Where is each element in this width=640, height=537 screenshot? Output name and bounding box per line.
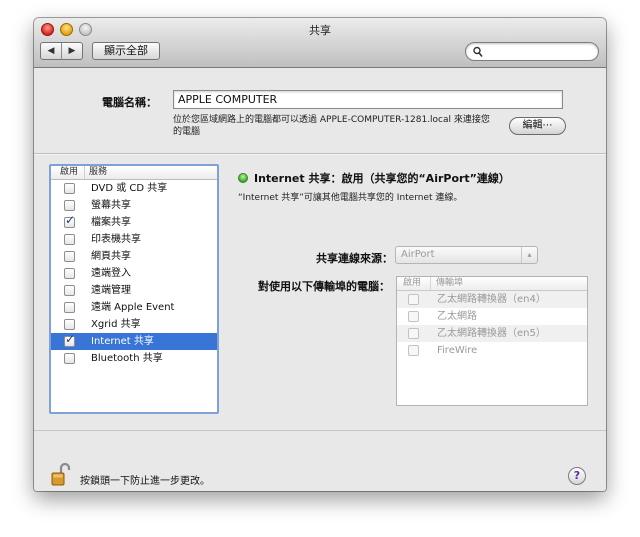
service-label: Bluetooth 共享 xyxy=(91,353,163,364)
service-row[interactable]: Xgrid 共享 xyxy=(51,316,217,333)
search-icon xyxy=(473,46,483,57)
enable-column-header[interactable]: 啟用 xyxy=(51,166,85,179)
port-row[interactable]: FireWire xyxy=(397,342,587,359)
toolbar: 共享 ◀ ▶ 顯示全部 xyxy=(34,18,606,68)
service-label: 遠端 Apple Event xyxy=(91,302,175,313)
service-description: “Internet 共享”可讓其他電腦共享您的 Internet 連線。 xyxy=(238,193,463,203)
service-label: 印表機共享 xyxy=(91,234,141,245)
share-from-label: 共享連線來源： xyxy=(316,252,393,265)
service-row[interactable]: 遠端登入 xyxy=(51,265,217,282)
port-row[interactable]: 乙太網路 xyxy=(397,308,587,325)
back-arrow-icon[interactable]: ◀ xyxy=(41,43,61,59)
service-row[interactable]: 網頁共享 xyxy=(51,248,217,265)
footer-divider xyxy=(34,430,606,431)
service-label: Xgrid 共享 xyxy=(91,319,141,330)
service-label: Internet 共享 xyxy=(91,336,154,347)
service-row[interactable]: DVD 或 CD 共享 xyxy=(51,180,217,197)
port-enable-checkbox[interactable] xyxy=(408,328,419,339)
port-row[interactable]: 乙太網路轉換器（en4） xyxy=(397,291,587,308)
service-enable-checkbox[interactable] xyxy=(64,268,75,279)
service-column-header[interactable]: 服務 xyxy=(85,166,107,179)
ports-table[interactable]: 啟用 傳輸埠 乙太網路轉換器（en4） 乙太網路乙太網路轉換器（en5） FireW… xyxy=(396,276,588,406)
service-row[interactable]: 遠端管理 xyxy=(51,282,217,299)
service-row[interactable]: Internet 共享 xyxy=(51,331,217,350)
port-label: 乙太網路轉換器（en4） xyxy=(437,294,546,305)
service-label: 螢幕共享 xyxy=(91,200,131,211)
status-indicator-icon xyxy=(238,173,248,183)
service-enable-checkbox[interactable] xyxy=(64,319,75,330)
service-enable-checkbox[interactable] xyxy=(64,183,75,194)
ports-rows: 乙太網路轉換器（en4） 乙太網路乙太網路轉換器（en5） FireWire xyxy=(397,291,587,359)
computer-name-field[interactable]: APPLE COMPUTER xyxy=(173,90,563,109)
service-enable-checkbox[interactable] xyxy=(64,200,75,211)
ports-label: 對使用以下傳輸埠的電腦： xyxy=(258,280,390,293)
service-label: DVD 或 CD 共享 xyxy=(91,183,168,194)
sharing-pane: 電腦名稱： APPLE COMPUTER 位於您區域網路上的電腦都可以透過 AP… xyxy=(34,69,606,491)
port-enable-checkbox[interactable] xyxy=(408,345,419,356)
port-enable-checkbox[interactable] xyxy=(408,311,419,322)
service-status-text: Internet 共享：啟用（共享您的“AirPort”連線） xyxy=(254,172,510,185)
port-enable-checkbox[interactable] xyxy=(408,294,419,305)
popup-arrows-icon: ▴ xyxy=(521,247,537,263)
service-enable-checkbox[interactable] xyxy=(64,234,75,245)
forward-arrow-icon[interactable]: ▶ xyxy=(61,43,82,59)
computer-name-description: 位於您區域網路上的電腦都可以透過 APPLE-COMPUTER-1281.loc… xyxy=(173,115,490,137)
share-from-value: AirPort xyxy=(401,249,435,260)
service-enable-checkbox[interactable] xyxy=(64,251,75,262)
port-label: 乙太網路 xyxy=(437,311,477,322)
window-title: 共享 xyxy=(309,24,331,37)
lock-message: 按鎖頭一下防止進一步更改。 xyxy=(80,476,210,487)
port-row[interactable]: 乙太網路轉換器（en5） xyxy=(397,325,587,342)
services-list-header: 啟用 服務 xyxy=(51,166,217,180)
service-label: 檔案共享 xyxy=(91,217,131,228)
service-row[interactable]: 螢幕共享 xyxy=(51,197,217,214)
service-enable-checkbox[interactable] xyxy=(64,285,75,296)
service-row[interactable]: 印表機共享 xyxy=(51,231,217,248)
service-enable-checkbox[interactable] xyxy=(64,353,75,364)
show-all-button[interactable]: 顯示全部 xyxy=(92,42,160,60)
services-list[interactable]: 啟用 服務 DVD 或 CD 共享螢幕共享檔案共享印表機共享網頁共享遠端登入遠端… xyxy=(49,164,219,414)
edit-name-button[interactable]: 編輯⋯ xyxy=(509,117,566,135)
share-from-popup[interactable]: AirPort ▴ xyxy=(395,246,538,264)
unlocked-padlock-icon[interactable] xyxy=(51,462,71,486)
service-label: 遠端管理 xyxy=(91,285,131,296)
services-rows: DVD 或 CD 共享螢幕共享檔案共享印表機共享網頁共享遠端登入遠端管理遠端 A… xyxy=(51,180,217,367)
service-enable-checkbox[interactable] xyxy=(64,212,75,229)
ports-table-header: 啟用 傳輸埠 xyxy=(397,277,587,291)
service-label: 網頁共享 xyxy=(91,251,131,262)
service-enable-checkbox[interactable] xyxy=(64,331,75,348)
divider-highlight xyxy=(34,154,606,155)
computer-name-label: 電腦名稱： xyxy=(102,96,157,109)
service-row[interactable]: Bluetooth 共享 xyxy=(51,350,217,367)
service-row[interactable]: 遠端 Apple Event xyxy=(51,299,217,316)
port-column-header: 傳輸埠 xyxy=(436,278,464,288)
back-forward-control: ◀ ▶ xyxy=(40,42,83,60)
sharing-window: 共享 ◀ ▶ 顯示全部 電腦名稱： APPLE COMPUTER 位於您區域網路… xyxy=(34,18,606,491)
service-label: 遠端登入 xyxy=(91,268,131,279)
service-enable-checkbox[interactable] xyxy=(64,302,75,313)
port-enable-column-header: 啟用 xyxy=(397,277,431,290)
service-row[interactable]: 檔案共享 xyxy=(51,212,217,231)
help-button[interactable]: ? xyxy=(568,467,586,485)
port-label: 乙太網路轉換器（en5） xyxy=(437,328,546,339)
search-input[interactable] xyxy=(465,42,599,61)
port-label: FireWire xyxy=(437,345,478,356)
